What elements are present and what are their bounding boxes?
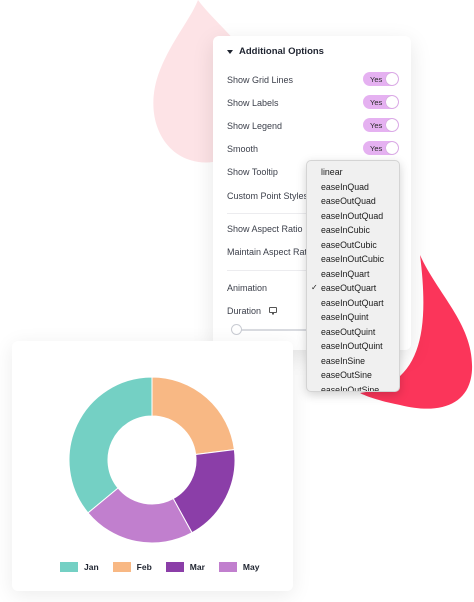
- dropdown-option-selected[interactable]: ✓ easeOutQuart: [307, 281, 399, 296]
- toggle-knob: [386, 96, 398, 108]
- toggle-show-grid-lines[interactable]: Yes: [363, 72, 399, 86]
- dropdown-option[interactable]: easeOutSine: [307, 368, 399, 383]
- legend-label: May: [242, 562, 260, 572]
- panel-header[interactable]: Additional Options: [227, 46, 324, 57]
- dropdown-option[interactable]: easeInSine: [307, 354, 399, 369]
- doughnut-chart: [68, 376, 236, 544]
- legend-item-may[interactable]: May: [218, 562, 260, 572]
- legend-swatch: [60, 562, 78, 572]
- dropdown-option[interactable]: easeInQuint: [307, 310, 399, 325]
- dropdown-option[interactable]: easeOutQuad: [307, 194, 399, 209]
- toggle-knob: [386, 73, 398, 85]
- legend-swatch: [165, 562, 184, 572]
- toggle-knob: [386, 119, 398, 131]
- dropdown-option[interactable]: easeOutQuint: [307, 325, 399, 340]
- dropdown-option[interactable]: easeInOutQuad: [307, 209, 399, 224]
- toggle-knob: [386, 142, 398, 154]
- dropdown-option[interactable]: linear: [307, 165, 399, 180]
- doughnut-slice-feb[interactable]: [151, 376, 235, 456]
- dropdown-option[interactable]: easeInOutCubic: [307, 252, 399, 267]
- toggle-show-legend[interactable]: Yes: [363, 118, 399, 132]
- duration-slider-handle[interactable]: [231, 324, 242, 335]
- legend-label: Jan: [84, 562, 99, 572]
- dropdown-option[interactable]: easeInOutQuint: [307, 339, 399, 354]
- caret-down-icon: [227, 49, 233, 54]
- row-show-grid-lines: Show Grid Lines Yes: [227, 72, 399, 88]
- legend-item-mar[interactable]: Mar: [165, 562, 205, 572]
- legend-swatch: [218, 562, 237, 572]
- legend-swatch: [112, 562, 131, 572]
- legend-label: Mar: [189, 562, 205, 572]
- dropdown-option[interactable]: easeInQuart: [307, 267, 399, 282]
- dropdown-option[interactable]: easeOutCubic: [307, 238, 399, 253]
- doughnut-slice-jan[interactable]: [68, 376, 153, 514]
- row-show-legend: Show Legend Yes: [227, 118, 399, 134]
- legend-label: Feb: [136, 562, 152, 572]
- check-icon: ✓: [311, 283, 318, 292]
- row-smooth: Smooth Yes: [227, 141, 399, 157]
- chart-card: Jan Feb Mar May: [12, 341, 293, 591]
- legend-item-jan[interactable]: Jan: [60, 562, 99, 572]
- toggle-show-labels[interactable]: Yes: [363, 95, 399, 109]
- toggle-text: Yes: [370, 120, 383, 130]
- dropdown-option[interactable]: easeInOutSine: [307, 383, 399, 392]
- panel-title: Additional Options: [239, 46, 324, 57]
- toggle-text: Yes: [370, 143, 383, 153]
- duration-slider-track[interactable]: [235, 329, 315, 331]
- toggle-smooth[interactable]: Yes: [363, 141, 399, 155]
- legend-item-feb[interactable]: Feb: [112, 562, 152, 572]
- label-duration: Duration: [227, 306, 262, 316]
- dropdown-option[interactable]: easeInCubic: [307, 223, 399, 238]
- chart-legend: Jan Feb Mar May: [60, 562, 273, 572]
- dropdown-option[interactable]: easeInQuad: [307, 180, 399, 195]
- toggle-text: Yes: [370, 97, 383, 107]
- row-show-labels: Show Labels Yes: [227, 95, 399, 111]
- monitor-icon: [269, 307, 278, 315]
- toggle-text: Yes: [370, 74, 383, 84]
- easing-dropdown-list[interactable]: linear easeInQuad easeOutQuad easeInOutQ…: [306, 160, 400, 392]
- dropdown-option[interactable]: easeInOutQuart: [307, 296, 399, 311]
